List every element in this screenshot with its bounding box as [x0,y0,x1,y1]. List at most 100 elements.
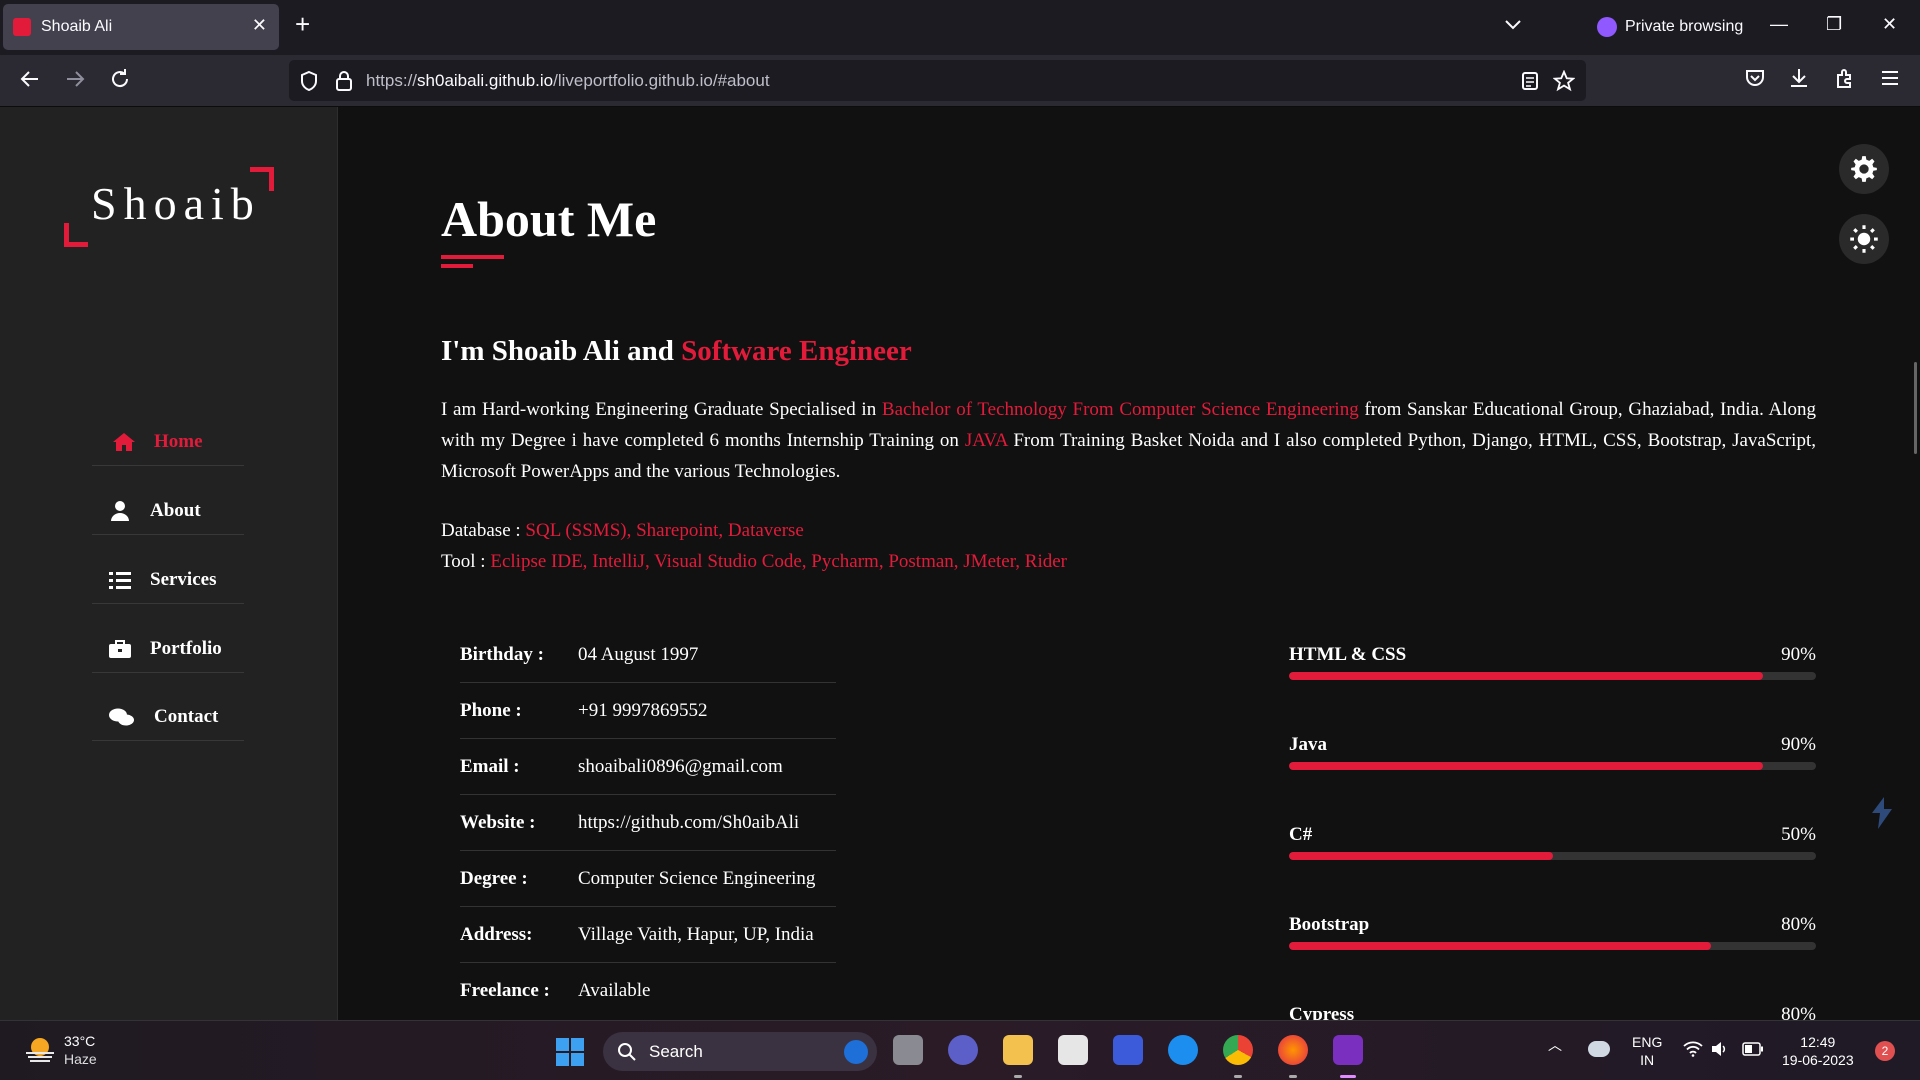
favicon-icon [13,18,31,36]
weather-widget[interactable]: 33°C Haze [24,1031,144,1071]
personal-info-list: Birthday :04 August 1997 Phone : +91 9997… [460,627,836,1019]
running-indicator [1234,1075,1242,1078]
about-section: About Me I'm Shoaib Ali and Software Eng… [441,107,1816,1040]
running-indicator [1289,1075,1297,1078]
skill-percent: 50% [1781,824,1816,845]
volume-icon[interactable] [1710,1041,1728,1057]
shield-icon[interactable] [299,70,319,92]
skill-percent: 80% [1781,914,1816,935]
skill-name: Java [1289,734,1327,755]
skill-name: C# [1289,824,1313,845]
file-explorer-icon[interactable] [1003,1035,1033,1065]
info-value: shoaibali0896@gmail.com [578,755,783,777]
windows-start-icon[interactable] [556,1038,584,1066]
sidebar-item-about[interactable]: About [92,487,244,535]
pocket-icon[interactable] [1744,67,1766,89]
sidebar-item-label: Portfolio [150,637,222,659]
skill-bar-fill [1289,852,1553,860]
microsoft-store-icon[interactable] [1058,1035,1088,1065]
minimize-button[interactable]: — [1770,14,1788,35]
new-tab-button[interactable]: + [295,11,310,37]
list-icon [109,571,131,589]
theme-toggle-button[interactable] [1839,214,1889,264]
taskbar-search[interactable]: Search [603,1032,877,1071]
sidebar-item-home[interactable]: Home [92,418,244,466]
home-icon [113,432,135,451]
skill-bar-fill [1289,942,1711,950]
skill-java: Java 90% [1289,734,1816,794]
skill-bootstrap: Bootstrap 80% [1289,914,1816,974]
chrome-icon[interactable] [1223,1035,1253,1065]
menu-icon[interactable] [1879,67,1901,89]
firefox-icon[interactable] [1278,1035,1308,1065]
app-m-icon[interactable] [1113,1035,1143,1065]
language-indicator[interactable]: ENG IN [1632,1033,1662,1069]
logo-bracket-bottom [64,223,88,247]
battery-icon[interactable] [1742,1042,1764,1056]
address-bar[interactable]: https://sh0aibali.github.io/liveportfoli… [289,60,1586,101]
date: 19-06-2023 [1782,1052,1854,1068]
sun-icon [1850,225,1878,253]
sidebar-item-label: Home [154,430,203,452]
back-icon[interactable] [18,67,42,91]
reader-view-icon[interactable] [1521,71,1539,91]
floating-widget-icon[interactable] [1868,795,1896,831]
skill-csharp: C# 50% [1289,824,1816,884]
onedrive-icon[interactable] [1588,1041,1610,1057]
wifi-icon[interactable] [1683,1041,1703,1057]
url-text[interactable]: https://sh0aibali.github.io/liveportfoli… [366,71,770,91]
lock-icon[interactable] [335,70,353,92]
skill-html-css: HTML & CSS 90% [1289,644,1816,704]
tray-overflow-chevron-icon[interactable]: ︿ [1548,1035,1562,1055]
restore-button[interactable]: ❐ [1826,14,1842,35]
logo[interactable]: Shoaib [64,167,274,247]
temperature: 33°C [64,1033,96,1049]
sidebar-item-services[interactable]: Services [92,556,244,604]
info-row-degree: Degree : Computer Science Engineering [460,851,836,907]
title-underline [441,255,504,259]
teams-chat-icon[interactable] [948,1035,978,1065]
navigation-toolbar: https://sh0aibali.github.io/liveportfoli… [0,55,1920,107]
sidebar-item-contact[interactable]: Contact [92,693,244,741]
sidebar-item-label: Contact [154,705,219,727]
info-row-website: Website : https://github.com/Sh0aibAli [460,795,836,851]
system-clock[interactable]: 12:49 19-06-2023 [1782,1033,1854,1069]
taskbar: 33°C Haze Search ︿ ENG IN 12:49 19-06-20… [0,1020,1920,1080]
sidebar: Shoaib Home About Services Portfolio Con… [0,107,338,1020]
skill-bar [1289,942,1816,950]
logo-text: Shoaib [91,178,261,229]
web-page: Shoaib Home About Services Portfolio Con… [0,107,1920,1040]
user-icon [111,500,129,521]
browser-tab[interactable]: Shoaib Ali ✕ [3,4,279,50]
skill-name: HTML & CSS [1289,644,1407,665]
extensions-icon[interactable] [1834,67,1856,89]
info-value: Village Vaith, Hapur, UP, India [578,923,814,945]
reload-icon[interactable] [108,67,132,91]
section-title: About Me [441,191,657,247]
skill-bar-fill [1289,672,1764,680]
info-value: https://github.com/Sh0aibAli [578,811,800,833]
close-tab-icon[interactable]: ✕ [252,15,267,36]
forward-icon[interactable] [63,67,87,91]
info-row-phone: Phone : +91 9997869552 [460,683,836,739]
tool-line: Tool : Eclipse IDE, IntelliJ, Visual Stu… [441,551,1067,572]
info-row-birthday: Birthday :04 August 1997 [460,627,836,683]
active-indicator [1340,1075,1356,1078]
download-icon[interactable] [1788,67,1810,89]
about-paragraph: I am Hard-working Engineering Graduate S… [441,399,1816,482]
info-row-freelance: Freelance : Available [460,980,651,1001]
window-close-button[interactable]: ✕ [1882,14,1897,35]
skype-icon[interactable] [1168,1035,1198,1065]
skill-name: Bootstrap [1289,914,1370,935]
scrollbar-thumb[interactable] [1914,362,1917,454]
skill-bar-fill [1289,762,1764,770]
bookmark-star-icon[interactable] [1553,70,1575,92]
info-value: Computer Science Engineering [578,867,816,889]
style-switcher-button[interactable] [1839,144,1889,194]
database-line: Database : SQL (SSMS), Sharepoint, Datav… [441,520,804,541]
firefox-private-icon[interactable] [1333,1035,1363,1065]
notification-badge[interactable]: 2 [1875,1041,1895,1061]
task-view-icon[interactable] [893,1035,923,1065]
chevron-down-icon[interactable] [1503,14,1523,34]
sidebar-item-portfolio[interactable]: Portfolio [92,625,244,673]
